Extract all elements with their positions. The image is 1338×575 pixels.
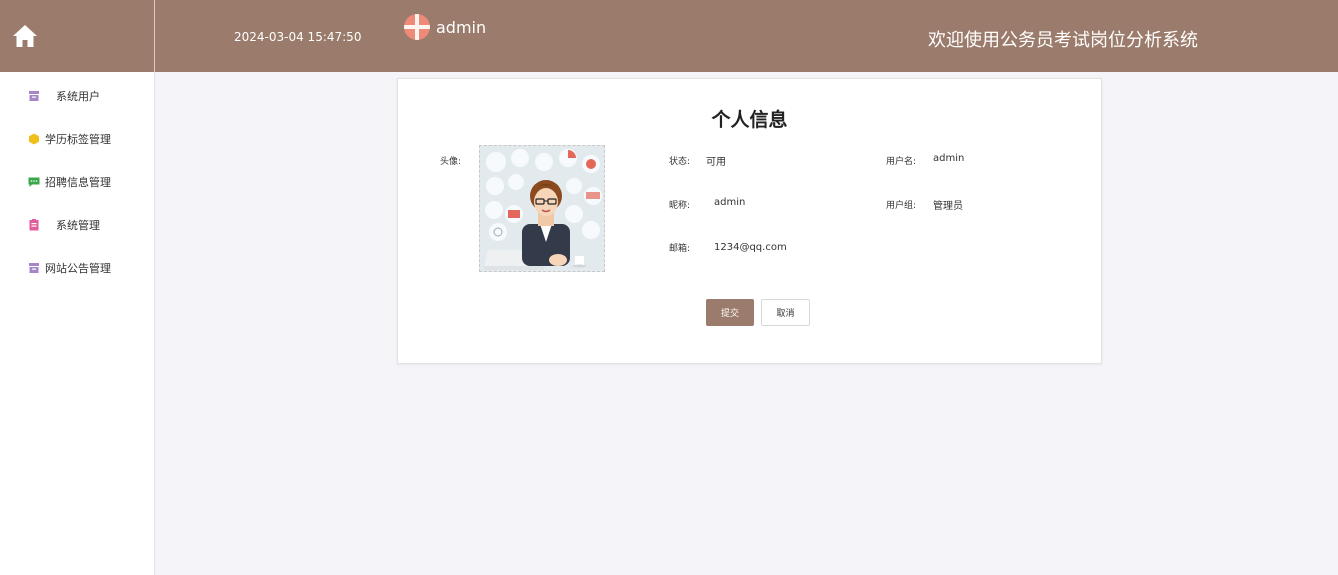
archive-icon (29, 263, 39, 273)
sidebar-item-label: 系统管理 (56, 219, 100, 232)
sidebar: 系统用户 学历标签管理 招聘信息管理 系统管理 网站公告管理 (0, 72, 155, 575)
top-header: 2024-03-04 15:47:50 admin 欢迎使用公务员考试岗位分析系… (0, 0, 1338, 72)
status-label: 状态: (669, 157, 691, 167)
sidebar-item-system-management[interactable]: 系统管理 (0, 210, 155, 240)
clipboard-icon (29, 219, 39, 231)
archive-icon (29, 91, 39, 101)
sidebar-item-system-users[interactable]: 系统用户 (0, 81, 155, 111)
message-icon (28, 177, 40, 187)
hexagon-icon (29, 133, 39, 145)
sidebar-item-label: 学历标签管理 (45, 133, 111, 146)
user-group-value: 管理员 (933, 201, 963, 212)
home-icon (13, 25, 37, 47)
header-username: admin (436, 17, 487, 37)
nickname-label: 昵称: (669, 201, 691, 211)
username-value: admin (933, 153, 965, 164)
current-datetime: 2024-03-04 15:47:50 (234, 30, 362, 44)
avatar-label: 头像: (440, 157, 462, 167)
sidebar-item-label: 系统用户 (56, 90, 100, 103)
sidebar-item-label: 招聘信息管理 (45, 176, 111, 189)
status-value: 可用 (706, 157, 726, 168)
email-field[interactable] (714, 239, 874, 255)
nickname-value[interactable]: admin (714, 197, 745, 208)
avatar-image (480, 146, 604, 271)
home-button[interactable] (0, 0, 155, 72)
sidebar-item-announcements[interactable]: 网站公告管理 (0, 253, 155, 283)
cancel-button[interactable]: 取消 (761, 299, 810, 326)
user-menu[interactable]: admin (404, 14, 486, 40)
submit-button[interactable]: 提交 (706, 299, 754, 326)
sidebar-item-recruitment[interactable]: 招聘信息管理 (0, 167, 155, 197)
avatar-upload[interactable] (479, 145, 605, 272)
user-group-label: 用户组: (886, 201, 917, 211)
site-title: 欢迎使用公务员考试岗位分析系统 (928, 30, 1198, 51)
page-title: 个人信息 (711, 109, 788, 131)
sidebar-item-label: 网站公告管理 (45, 262, 111, 275)
username-label: 用户名: (886, 157, 917, 167)
user-avatar-icon (404, 14, 430, 40)
sidebar-item-education-tags[interactable]: 学历标签管理 (0, 124, 155, 154)
profile-card: 个人信息 头像: 状态: 可用 用户名: admin 昵称: admin 用户组… (397, 78, 1102, 364)
email-label: 邮箱: (669, 244, 691, 254)
